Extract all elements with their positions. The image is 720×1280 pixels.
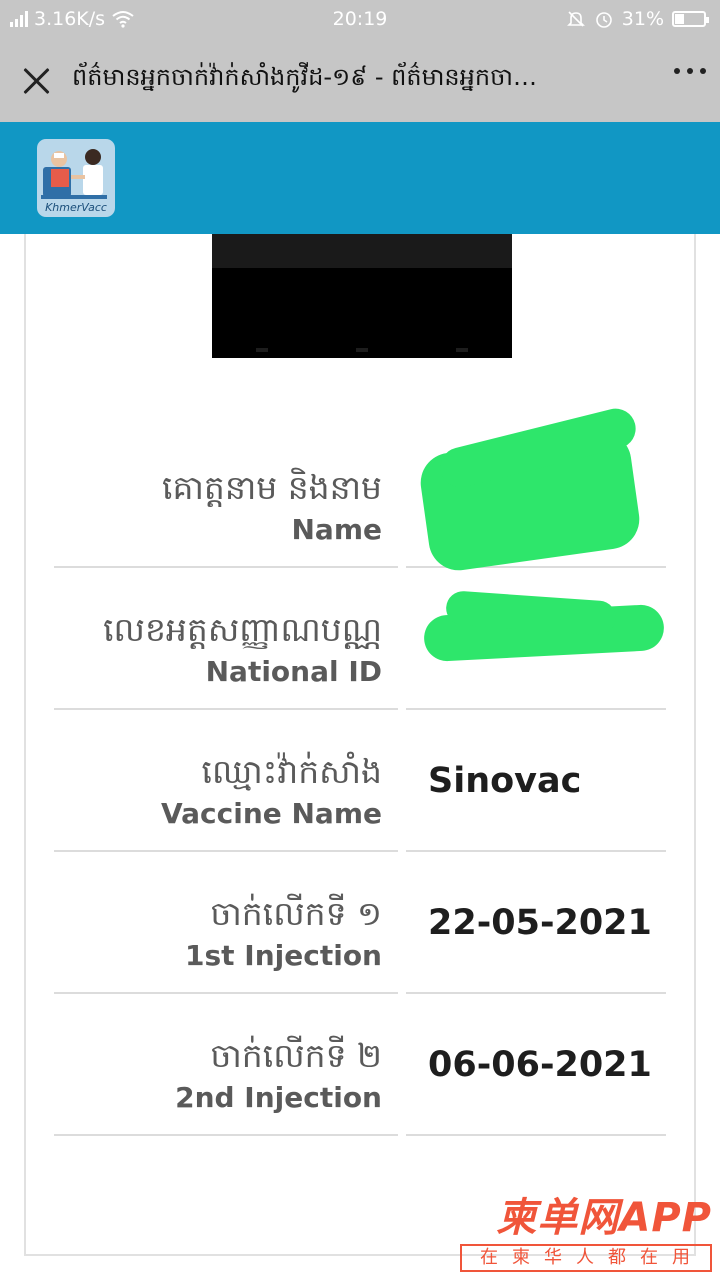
- second-injection-label-km: ចាក់លើកទី ២: [210, 1036, 382, 1075]
- alarm-icon: [595, 12, 612, 28]
- page-title: ព័ត៌មានអ្នកចាក់វ៉ាក់សាំងកូវីដ-១៩ - ព័ត៌ម…: [72, 63, 537, 91]
- second-injection-label-en: 2nd Injection: [175, 1081, 382, 1114]
- first-injection-value: 22-05-2021: [406, 854, 666, 994]
- first-injection-label-en: 1st Injection: [185, 939, 382, 972]
- vaccine-info-card: គោត្តនាម និងនាម Name លេខអត្តសញ្ញាណបណ្ណ N…: [24, 234, 696, 1256]
- battery-percent: 31%: [621, 8, 664, 30]
- row-name: គោត្តនាម និងនាម Name: [54, 404, 666, 575]
- national-id-label-en: National ID: [205, 655, 382, 688]
- watermark: 柬单网APP 在柬华人都在用: [460, 1196, 712, 1272]
- battery-icon: [672, 11, 709, 27]
- logo-text: KhmerVacc: [45, 201, 107, 214]
- vaccine-name-label-en: Vaccine Name: [161, 797, 382, 830]
- khmervacc-logo[interactable]: KhmerVacc: [37, 139, 115, 217]
- name-label-km: គោត្តនាម និងនាម: [162, 468, 382, 507]
- national-id-label-km: លេខអត្តសញ្ញាណបណ្ណ: [103, 610, 382, 649]
- watermark-slogan: 在柬华人都在用: [460, 1244, 712, 1272]
- app-header: KhmerVacc: [0, 122, 720, 234]
- mute-icon: [566, 11, 585, 27]
- close-button[interactable]: [20, 64, 52, 96]
- status-bar: 3.16K/s 20:19 31%: [0, 0, 720, 38]
- row-second-injection: ចាក់លើកទី ២ 2nd Injection 06-06-2021: [54, 996, 666, 1138]
- row-vaccine-name: ឈ្មោះវ៉ាក់សាំង Vaccine Name Sinovac: [54, 712, 666, 854]
- watermark-brand: 柬单网APP: [496, 1195, 712, 1241]
- browser-title-bar: ព័ត៌មានអ្នកចាក់វ៉ាក់សាំងកូវីដ-១៩ - ព័ត៌ម…: [0, 38, 720, 122]
- id-photo: [212, 234, 512, 358]
- more-options-button[interactable]: [674, 68, 706, 74]
- second-injection-value: 06-06-2021: [406, 996, 666, 1136]
- vaccine-name-value: Sinovac: [406, 712, 666, 852]
- row-first-injection: ចាក់លើកទី ១ 1st Injection 22-05-2021: [54, 854, 666, 996]
- status-right: 31%: [566, 8, 709, 30]
- vaccine-name-label-km: ឈ្មោះវ៉ាក់សាំង: [201, 752, 382, 791]
- row-national-id: លេខអត្តសញ្ញាណបណ្ណ National ID: [54, 570, 666, 712]
- name-label-en: Name: [291, 513, 383, 546]
- first-injection-label-km: ចាក់លើកទី ១: [210, 894, 382, 933]
